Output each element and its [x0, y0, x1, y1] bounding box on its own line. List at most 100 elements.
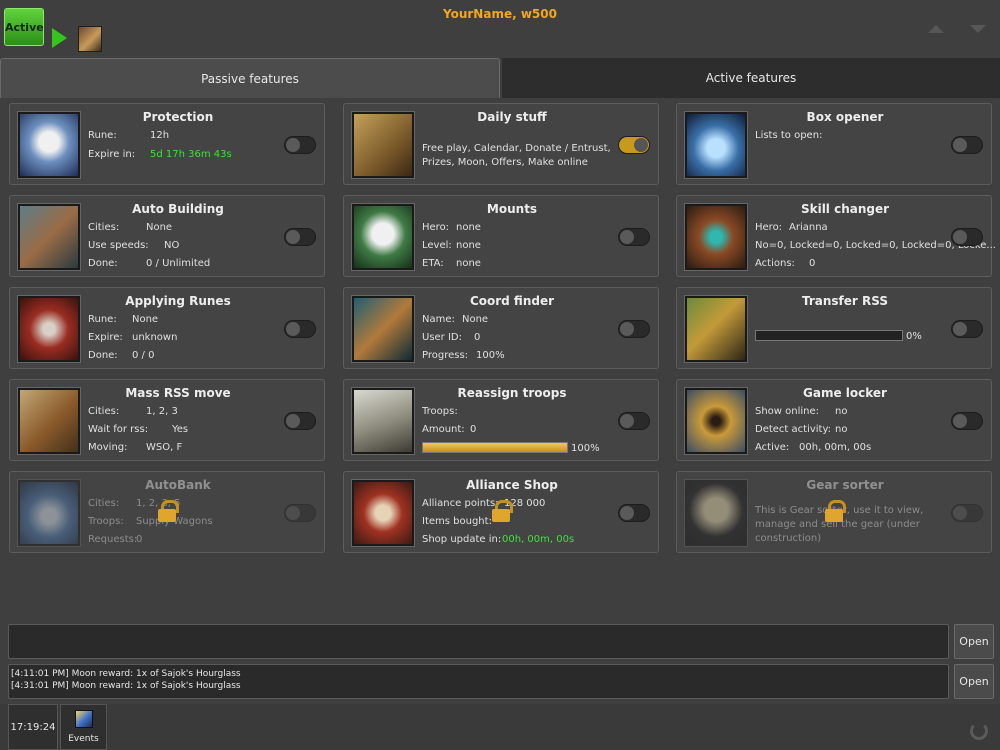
wagon-icon: [18, 388, 80, 454]
row-label: Actions:: [755, 258, 795, 269]
tab-active-features[interactable]: Active features: [502, 58, 1000, 98]
command-input[interactable]: [8, 624, 949, 659]
row-value: Yes: [172, 424, 189, 435]
horse-head-icon: [352, 204, 414, 270]
reassign-progress-label: 100%: [571, 443, 600, 454]
keyhole-icon: [685, 388, 747, 454]
applying-runes-toggle[interactable]: [284, 320, 316, 338]
cavalry-icon: [352, 388, 414, 454]
card-title: Reassign troops: [457, 386, 567, 400]
mounts-toggle[interactable]: [618, 228, 650, 246]
box-opener-toggle[interactable]: [951, 136, 983, 154]
row-value: no: [835, 424, 848, 435]
row-label: Moving:: [88, 442, 128, 453]
card-mounts: Mounts Hero: none Level: none ETA: none: [343, 195, 659, 277]
open-command-button[interactable]: Open: [954, 624, 994, 659]
mass-rss-move-toggle[interactable]: [284, 412, 316, 430]
card-daily-stuff: Daily stuff Free play, Calendar, Donate …: [343, 103, 659, 185]
row-label: Cities:: [88, 222, 120, 233]
card-skill-changer: Skill changer Hero: Arianna No=0, Locked=…: [676, 195, 996, 277]
row-value: no: [835, 406, 848, 417]
row-value: 0: [470, 424, 477, 435]
card-title: Skill changer: [800, 202, 890, 216]
building-thumbnail-icon[interactable]: [78, 26, 102, 52]
row-label: Use speeds:: [88, 240, 149, 251]
clock: 17:19:24: [8, 704, 58, 750]
card-transfer-rss: Transfer RSS 0%: [676, 287, 992, 369]
arrow-up-icon[interactable]: [928, 25, 944, 33]
card-title: Game locker: [803, 386, 887, 400]
refresh-icon[interactable]: [970, 722, 988, 740]
events-button[interactable]: Events: [60, 704, 107, 750]
chest-icon: [685, 112, 747, 178]
row-label: Rune:: [88, 130, 117, 141]
auto-building-toggle[interactable]: [284, 228, 316, 246]
row-label: User ID:: [422, 332, 462, 343]
autobank-toggle: [284, 504, 316, 522]
row-label: Done:: [88, 350, 118, 361]
row-label: ETA:: [422, 258, 444, 269]
spyglass-icon: [352, 296, 414, 362]
card-title: AutoBank: [145, 478, 211, 492]
row-value: 1, 2, 3: [146, 406, 178, 417]
card-protection: Protection Rune: 12h Expire in: 5d 17h 36m…: [9, 103, 325, 185]
row-label: Progress:: [422, 350, 469, 361]
tab-passive-features[interactable]: Passive features: [0, 58, 500, 98]
footer-bar: 17:19:24 Events: [0, 704, 1000, 750]
log-entry: [4:11:01 PM] Moon reward: 1x of Sajok's …: [11, 669, 241, 679]
row-label: Level:: [422, 240, 452, 251]
row-label: Active:: [755, 442, 790, 453]
alliance-shop-toggle[interactable]: [618, 504, 650, 522]
scroll-quill-icon: [352, 112, 414, 178]
row-value: None: [132, 314, 159, 325]
row-value: 0 / Unlimited: [146, 258, 211, 269]
feature-tabs: Passive features Active features: [0, 58, 1000, 98]
daily-stuff-toggle[interactable]: [618, 136, 650, 154]
row-value: None: [462, 314, 489, 325]
arrow-down-icon[interactable]: [970, 25, 986, 33]
skill-changer-toggle[interactable]: [951, 228, 983, 246]
card-title: Mounts: [486, 202, 538, 216]
transfer-rss-toggle[interactable]: [951, 320, 983, 338]
resource-sacks-icon: [685, 296, 747, 362]
card-title: Applying Runes: [125, 294, 231, 308]
game-locker-toggle[interactable]: [951, 412, 983, 430]
row-label: Requests:: [88, 534, 138, 545]
protection-toggle[interactable]: [284, 136, 316, 154]
row-label: Troops:: [422, 406, 458, 417]
row-value: 0: [474, 332, 481, 343]
coord-finder-toggle[interactable]: [618, 320, 650, 338]
reassign-progress-bar: [422, 442, 568, 453]
gear-sorter-description: This is Gear sorter, use it to view, man…: [755, 505, 924, 544]
row-label: Wait for rss:: [88, 424, 149, 435]
open-log-button[interactable]: Open: [954, 664, 994, 699]
row-value: none: [456, 258, 481, 269]
transfer-progress-label: 0%: [906, 331, 922, 342]
card-applying-runes: Applying Runes Rune: None Expire: unknown …: [9, 287, 325, 369]
feature-grid: Protection Rune: 12h Expire in: 5d 17h 36m…: [0, 98, 1000, 558]
play-icon[interactable]: [52, 28, 67, 48]
card-coord-finder: Coord finder Name: None User ID: 0 Progres…: [343, 287, 659, 369]
row-label: Hero:: [755, 222, 783, 233]
reassign-troops-toggle[interactable]: [618, 412, 650, 430]
card-title: Gear sorter: [806, 478, 884, 492]
lock-icon: [825, 500, 846, 522]
card-auto-building: Auto Building Cities: None Use speeds: NO …: [9, 195, 325, 277]
row-value: 0 / 0: [132, 350, 155, 361]
card-title: Daily stuff: [477, 110, 547, 124]
card-box-opener: Box opener Lists to open:: [676, 103, 992, 185]
treasure-chest-icon: [18, 480, 80, 546]
card-title: Protection: [142, 110, 214, 124]
row-label: Expire:: [88, 332, 123, 343]
row-label: Troops:: [88, 516, 124, 527]
row-value: 0: [136, 534, 143, 545]
card-title: Transfer RSS: [801, 294, 888, 308]
card-reassign-troops: Reassign troops Troops: Amount: 0 100%: [343, 379, 659, 461]
row-value: WSO, F: [146, 442, 183, 453]
card-title: Mass RSS move: [125, 386, 231, 400]
events-label: Events: [68, 734, 99, 744]
expire-countdown: 5d 17h 36m 43s: [150, 149, 232, 160]
row-value: 12h: [150, 130, 170, 141]
daily-stuff-description: Free play, Calendar, Donate / Entrust, P…: [422, 143, 611, 168]
card-title: Auto Building: [132, 202, 224, 216]
